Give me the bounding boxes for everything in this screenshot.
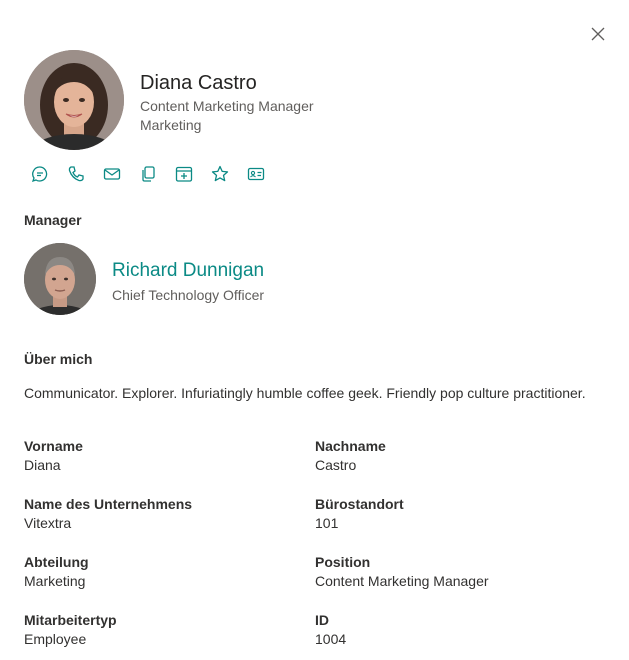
field-value-employee-type: Employee (24, 631, 87, 647)
field-value-last-name: Castro (315, 457, 357, 473)
mail-icon (103, 168, 121, 180)
call-button[interactable] (66, 164, 86, 184)
field-label-last-name: Nachname (315, 438, 386, 454)
field-value-first-name: Diana (24, 457, 61, 473)
close-button[interactable] (588, 24, 608, 44)
star-icon (211, 165, 229, 182)
field-value-id: 1004 (315, 631, 347, 647)
copy-icon (142, 166, 155, 182)
profile-department: Marketing (140, 117, 202, 133)
avatar (24, 50, 124, 150)
field-label-department: Abteilung (24, 554, 89, 570)
chat-button[interactable] (30, 164, 50, 184)
close-icon (591, 27, 605, 41)
field-label-company: Name des Unternehmens (24, 496, 193, 512)
schedule-meeting-button[interactable] (174, 164, 194, 184)
field-value-company: Vitextra (24, 515, 72, 531)
contact-card-button[interactable] (246, 164, 266, 184)
contact-card-icon (247, 167, 265, 181)
email-button[interactable] (102, 164, 122, 184)
field-label-position: Position (315, 554, 371, 570)
favorite-button[interactable] (210, 164, 230, 184)
about-heading: Über mich (24, 351, 93, 367)
field-label-employee-type: Mitarbeitertyp (24, 612, 117, 628)
action-bar (30, 164, 266, 184)
copy-button[interactable] (138, 164, 158, 184)
manager-avatar (24, 243, 96, 315)
chat-icon (31, 166, 48, 183)
calendar-add-icon (175, 166, 193, 182)
profile-name: Diana Castro (140, 72, 257, 94)
field-label-first-name: Vorname (24, 438, 83, 454)
phone-icon (68, 166, 84, 182)
field-label-office: Bürostandort (315, 496, 404, 512)
field-value-position: Content Marketing Manager (315, 573, 489, 589)
profile-title: Content Marketing Manager (140, 98, 314, 114)
field-value-office: 101 (315, 515, 339, 531)
manager-title: Chief Technology Officer (112, 287, 265, 303)
manager-name-link[interactable]: Richard Dunnigan (112, 260, 264, 282)
field-label-id: ID (315, 612, 329, 628)
about-text: Communicator. Explorer. Infuriatingly hu… (24, 385, 586, 401)
manager-heading: Manager (24, 212, 82, 228)
field-value-department: Marketing (24, 573, 86, 589)
